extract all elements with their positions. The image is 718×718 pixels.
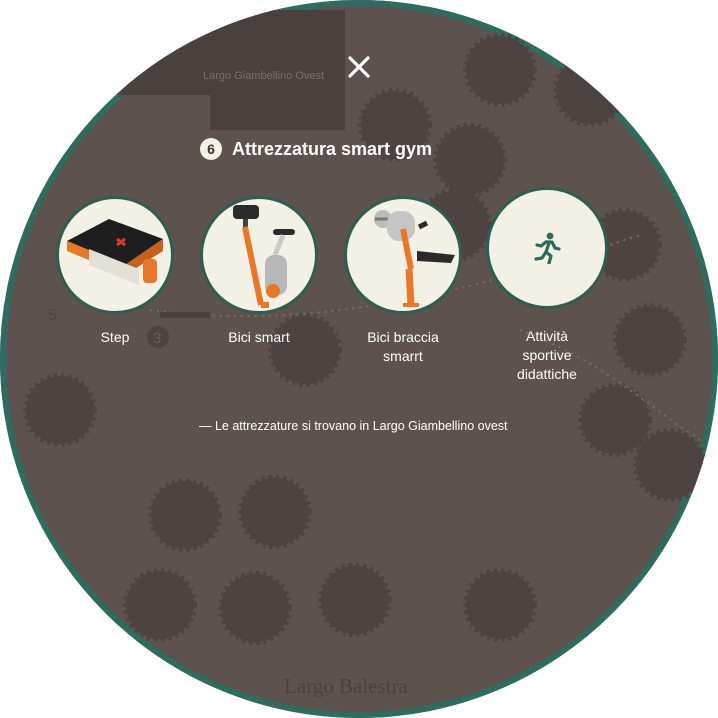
exercise-bike-image bbox=[233, 205, 295, 308]
map-street-top: Largo Giambellino Ovest bbox=[203, 70, 324, 82]
close-icon bbox=[348, 56, 370, 78]
item-bici-smart-label: Bici smart bbox=[228, 329, 290, 345]
bici-smart-disk bbox=[200, 196, 318, 314]
item-bici-smart[interactable]: Bici smart bbox=[197, 196, 321, 347]
bici-braccia-disk bbox=[344, 196, 462, 314]
close-button[interactable] bbox=[340, 48, 378, 86]
item-attivita-label: Attività sportive didattiche bbox=[517, 328, 577, 382]
map-street-bottom: Largo Balestra bbox=[284, 674, 408, 698]
attivita-disk bbox=[486, 187, 608, 309]
item-step[interactable]: Step bbox=[53, 196, 177, 347]
item-step-label: Step bbox=[100, 329, 130, 345]
item-bici-braccia-label: Bici braccia smarrt bbox=[367, 329, 439, 364]
item-bici-braccia[interactable]: Bici braccia smarrt bbox=[341, 196, 465, 366]
step-platform-image bbox=[67, 219, 163, 285]
item-attivita[interactable]: Attività sportive didattiche bbox=[485, 187, 609, 384]
section-header: 6 Attrezzatura smart gym bbox=[200, 138, 432, 160]
gym-popup: 5 3 Largo Giambellino Ovest Largo Balest… bbox=[0, 0, 718, 718]
popup-circle: 5 3 Largo Giambellino Ovest Largo Balest… bbox=[0, 0, 718, 718]
running-person-icon bbox=[534, 232, 561, 264]
arm-bike-image bbox=[374, 210, 455, 307]
location-note: — Le attrezzature si trovano in Largo Gi… bbox=[199, 419, 508, 433]
section-title: Attrezzatura smart gym bbox=[232, 138, 433, 159]
section-number-badge: 6 bbox=[200, 138, 222, 160]
step-disk bbox=[56, 196, 174, 314]
